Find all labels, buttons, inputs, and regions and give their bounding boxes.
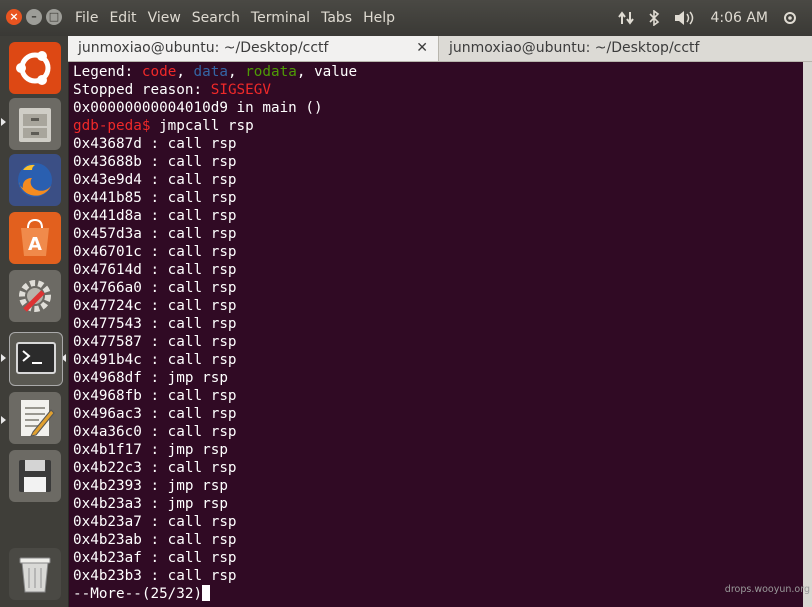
pager-line: --More--(25/32) (73, 585, 211, 603)
legend-rodata: rodata (245, 64, 297, 80)
window-close-button[interactable]: × (6, 9, 22, 25)
legend-sep: , (176, 64, 194, 80)
text-cursor (202, 585, 211, 601)
save-disk-icon[interactable] (9, 450, 61, 502)
terminal-scrollbar[interactable] (803, 62, 812, 607)
result-line: 0x4b1f17 : jmp rsp (73, 442, 228, 458)
stopped-line: Stopped reason: SIGSEGV (73, 81, 271, 99)
gdb-prompt: gdb-peda$ (73, 118, 151, 134)
menu-view[interactable]: View (148, 10, 181, 26)
launcher: A (0, 36, 69, 607)
menu-terminal[interactable]: Terminal (251, 10, 310, 26)
power-gear-icon[interactable] (782, 10, 798, 26)
text-editor-icon[interactable] (9, 392, 61, 444)
tab-close-icon[interactable]: ✕ (416, 36, 428, 60)
result-line: 0x4b2393 : jmp rsp (73, 478, 228, 494)
tab-2[interactable]: junmoxiao@ubuntu: ~/Desktop/cctf (438, 36, 812, 61)
watermark: drops.wooyun.org (724, 584, 810, 595)
stopped-label: Stopped reason: (73, 82, 211, 98)
result-line: 0x4b23a7 : call rsp (73, 514, 237, 530)
legend-sep: , (296, 64, 315, 80)
result-line: 0x4b23b3 : call rsp (73, 568, 237, 584)
ubuntu-dash-icon[interactable] (9, 42, 61, 94)
text-editor-running-indicator (1, 416, 6, 424)
system-settings-icon[interactable] (9, 270, 61, 322)
legend-line: Legend: code, data, rodata, value (73, 63, 357, 81)
window-maximize-button[interactable]: □ (46, 9, 62, 25)
system-tray: 4:06 AM (618, 0, 812, 36)
window-minimize-button[interactable]: – (26, 9, 42, 25)
result-line: 0x47724c : call rsp (73, 298, 237, 314)
result-line: 0x496ac3 : call rsp (73, 406, 237, 422)
result-line: 0x4968df : jmp rsp (73, 370, 228, 386)
pager-more-prompt: --More--(25/32) (73, 586, 203, 602)
result-line: 0x47614d : call rsp (73, 262, 237, 278)
result-line: 0x4b23a3 : jmp rsp (73, 496, 228, 512)
result-line: 0x46701c : call rsp (73, 244, 237, 260)
files-running-indicator (1, 118, 6, 126)
result-line: 0x457d3a : call rsp (73, 226, 237, 242)
tab-1[interactable]: junmoxiao@ubuntu: ~/Desktop/cctf ✕ (68, 36, 438, 61)
menu-tabs[interactable]: Tabs (321, 10, 352, 26)
bluetooth-icon[interactable] (648, 10, 660, 26)
result-line: 0x491b4c : call rsp (73, 352, 237, 368)
files-icon[interactable] (9, 98, 61, 150)
clock[interactable]: 4:06 AM (710, 10, 768, 26)
result-line: 0x441b85 : call rsp (73, 190, 237, 206)
network-arrows-icon[interactable] (618, 10, 635, 26)
legend-sep: , (227, 64, 246, 80)
volume-icon[interactable] (674, 10, 696, 26)
software-center-icon[interactable]: A (9, 212, 61, 264)
legend-value: value (314, 64, 358, 80)
menu-bar: File Edit View Search Terminal Tabs Help (75, 0, 406, 36)
result-line: 0x43687d : call rsp (73, 136, 237, 152)
result-line: 0x43688b : call rsp (73, 154, 237, 170)
command-text: jmpcall rsp (150, 118, 254, 134)
top-panel: × – □ File Edit View Search Terminal Tab… (0, 0, 812, 36)
terminal-icon[interactable] (9, 332, 63, 386)
result-line: 0x43e9d4 : call rsp (73, 172, 237, 188)
legend-data: data (193, 64, 228, 80)
menu-help[interactable]: Help (363, 10, 395, 26)
tab-1-title: junmoxiao@ubuntu: ~/Desktop/cctf (78, 40, 329, 56)
menu-file[interactable]: File (75, 10, 98, 26)
stopped-reason: SIGSEGV (210, 82, 271, 98)
firefox-icon[interactable] (9, 154, 61, 206)
tab-bar: junmoxiao@ubuntu: ~/Desktop/cctf ✕ junmo… (68, 36, 812, 62)
tab-2-title: junmoxiao@ubuntu: ~/Desktop/cctf (449, 40, 700, 56)
result-line: 0x4766a0 : call rsp (73, 280, 237, 296)
result-line: 0x4a36c0 : call rsp (73, 424, 237, 440)
result-line: 0x4b22c3 : call rsp (73, 460, 237, 476)
terminal-running-indicator (1, 354, 6, 362)
result-line: 0x4b23ab : call rsp (73, 532, 237, 548)
command-line: gdb-peda$ jmpcall rsp (73, 117, 254, 135)
frame-line: 0x00000000004010d9 in main () (73, 100, 323, 116)
result-line: 0x4968fb : call rsp (73, 388, 237, 404)
legend-label: Legend: (73, 64, 142, 80)
result-line: 0x477587 : call rsp (73, 334, 237, 350)
menu-search[interactable]: Search (192, 10, 240, 26)
svg-text:A: A (28, 234, 42, 255)
result-line: 0x441d8a : call rsp (73, 208, 237, 224)
legend-code: code (141, 64, 177, 80)
menu-edit[interactable]: Edit (109, 10, 136, 26)
trash-icon[interactable] (9, 548, 61, 600)
terminal-output[interactable]: Legend: code, data, rodata, value Stoppe… (69, 62, 803, 607)
result-line: 0x477543 : call rsp (73, 316, 237, 332)
result-line: 0x4b23af : call rsp (73, 550, 237, 566)
